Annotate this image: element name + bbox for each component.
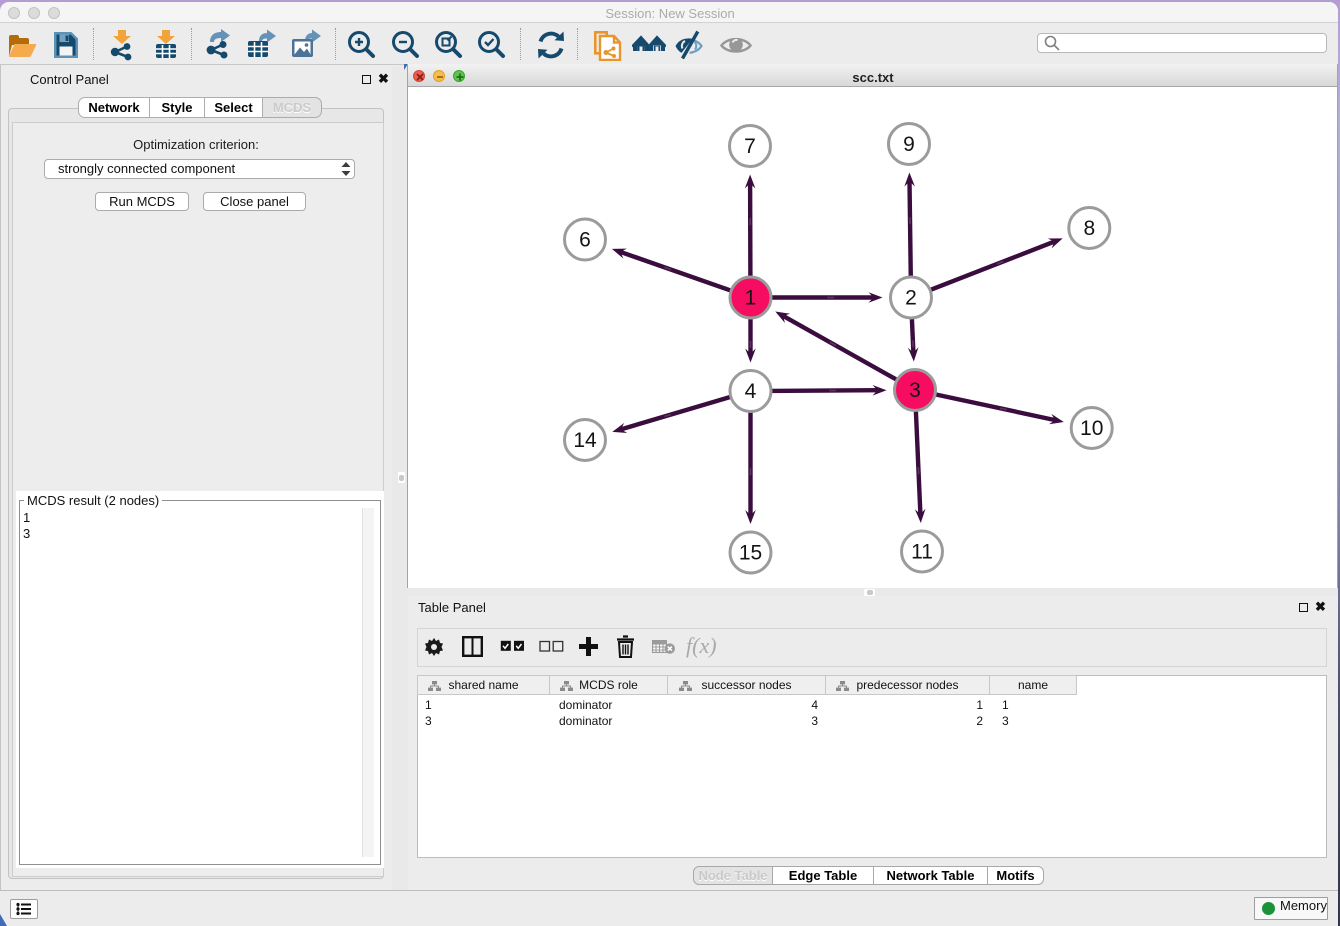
svg-text:1: 1 [745,287,757,310]
svg-text:3: 3 [909,379,921,402]
svg-text:6: 6 [579,229,591,252]
svg-text:11: 11 [911,541,933,564]
svg-text:14: 14 [573,429,597,452]
svg-text:8: 8 [1083,217,1095,240]
svg-text:15: 15 [739,542,762,565]
svg-text:7: 7 [744,135,756,158]
svg-text:2: 2 [905,287,917,310]
svg-text:10: 10 [1080,417,1103,440]
svg-text:9: 9 [903,133,915,156]
svg-text:4: 4 [745,380,757,403]
